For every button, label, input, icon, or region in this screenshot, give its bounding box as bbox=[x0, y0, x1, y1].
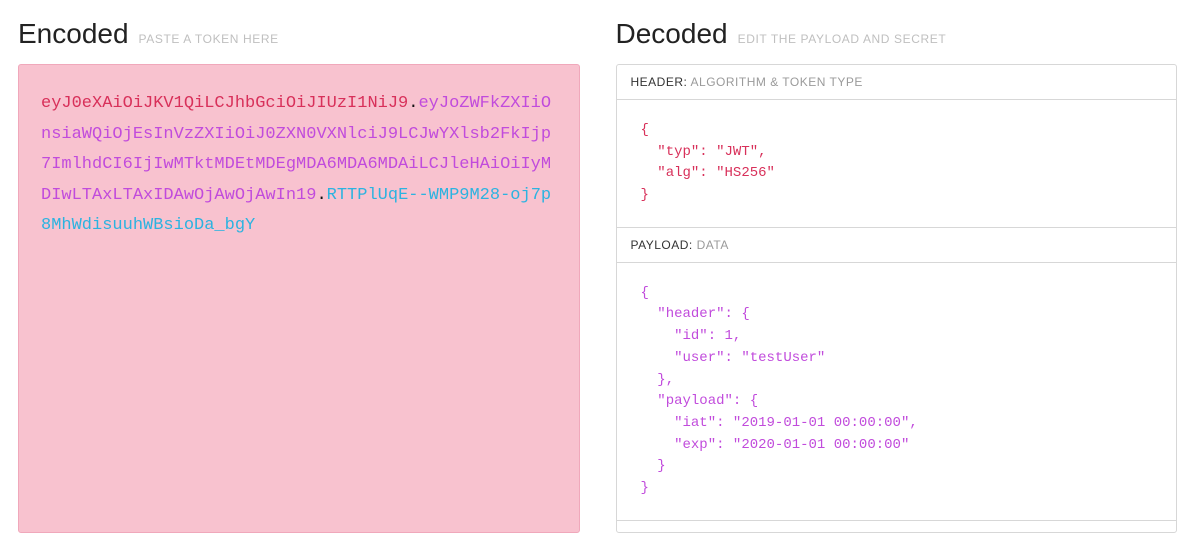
header-section-label: HEADER: ALGORITHM & TOKEN TYPE bbox=[617, 65, 1177, 100]
decoded-subtitle: EDIT THE PAYLOAD AND SECRET bbox=[738, 32, 947, 46]
payload-label-text: PAYLOAD: bbox=[631, 238, 693, 252]
encoded-column: Encoded PASTE A TOKEN HERE eyJ0eXAiOiJKV… bbox=[0, 0, 598, 551]
header-label-text: HEADER: bbox=[631, 75, 688, 89]
header-section-body[interactable]: { "typ": "JWT", "alg": "HS256" } bbox=[617, 100, 1177, 228]
encoded-heading-row: Encoded PASTE A TOKEN HERE bbox=[18, 0, 580, 64]
token-dot-1: . bbox=[408, 94, 418, 113]
encoded-subtitle: PASTE A TOKEN HERE bbox=[139, 32, 279, 46]
decoded-column: Decoded EDIT THE PAYLOAD AND SECRET HEAD… bbox=[598, 0, 1195, 551]
header-json[interactable]: { "typ": "JWT", "alg": "HS256" } bbox=[641, 120, 1153, 207]
verify-signature-label: VERIFY SIGNATURE bbox=[617, 521, 1177, 533]
payload-sublabel-text: DATA bbox=[697, 238, 729, 252]
decoded-heading-row: Decoded EDIT THE PAYLOAD AND SECRET bbox=[616, 0, 1178, 64]
verify-label-text: VERIFY SIGNATURE bbox=[631, 531, 755, 533]
token-header-part: eyJ0eXAiOiJKV1QiLCJhbGciOiJIUzI1NiJ9 bbox=[41, 94, 408, 113]
decoded-stack: HEADER: ALGORITHM & TOKEN TYPE { "typ": … bbox=[616, 64, 1178, 533]
encoded-title: Encoded bbox=[18, 18, 129, 50]
payload-section-label: PAYLOAD: DATA bbox=[617, 228, 1177, 263]
main-container: Encoded PASTE A TOKEN HERE eyJ0eXAiOiJKV… bbox=[0, 0, 1195, 551]
token-dot-2: . bbox=[316, 186, 326, 205]
payload-section-body[interactable]: { "header": { "id": 1, "user": "testUser… bbox=[617, 263, 1177, 521]
payload-json[interactable]: { "header": { "id": 1, "user": "testUser… bbox=[641, 283, 1153, 500]
header-sublabel-text: ALGORITHM & TOKEN TYPE bbox=[691, 75, 863, 89]
encoded-token-box[interactable]: eyJ0eXAiOiJKV1QiLCJhbGciOiJIUzI1NiJ9.eyJ… bbox=[18, 64, 580, 533]
encoded-token[interactable]: eyJ0eXAiOiJKV1QiLCJhbGciOiJIUzI1NiJ9.eyJ… bbox=[41, 89, 557, 242]
decoded-title: Decoded bbox=[616, 18, 728, 50]
